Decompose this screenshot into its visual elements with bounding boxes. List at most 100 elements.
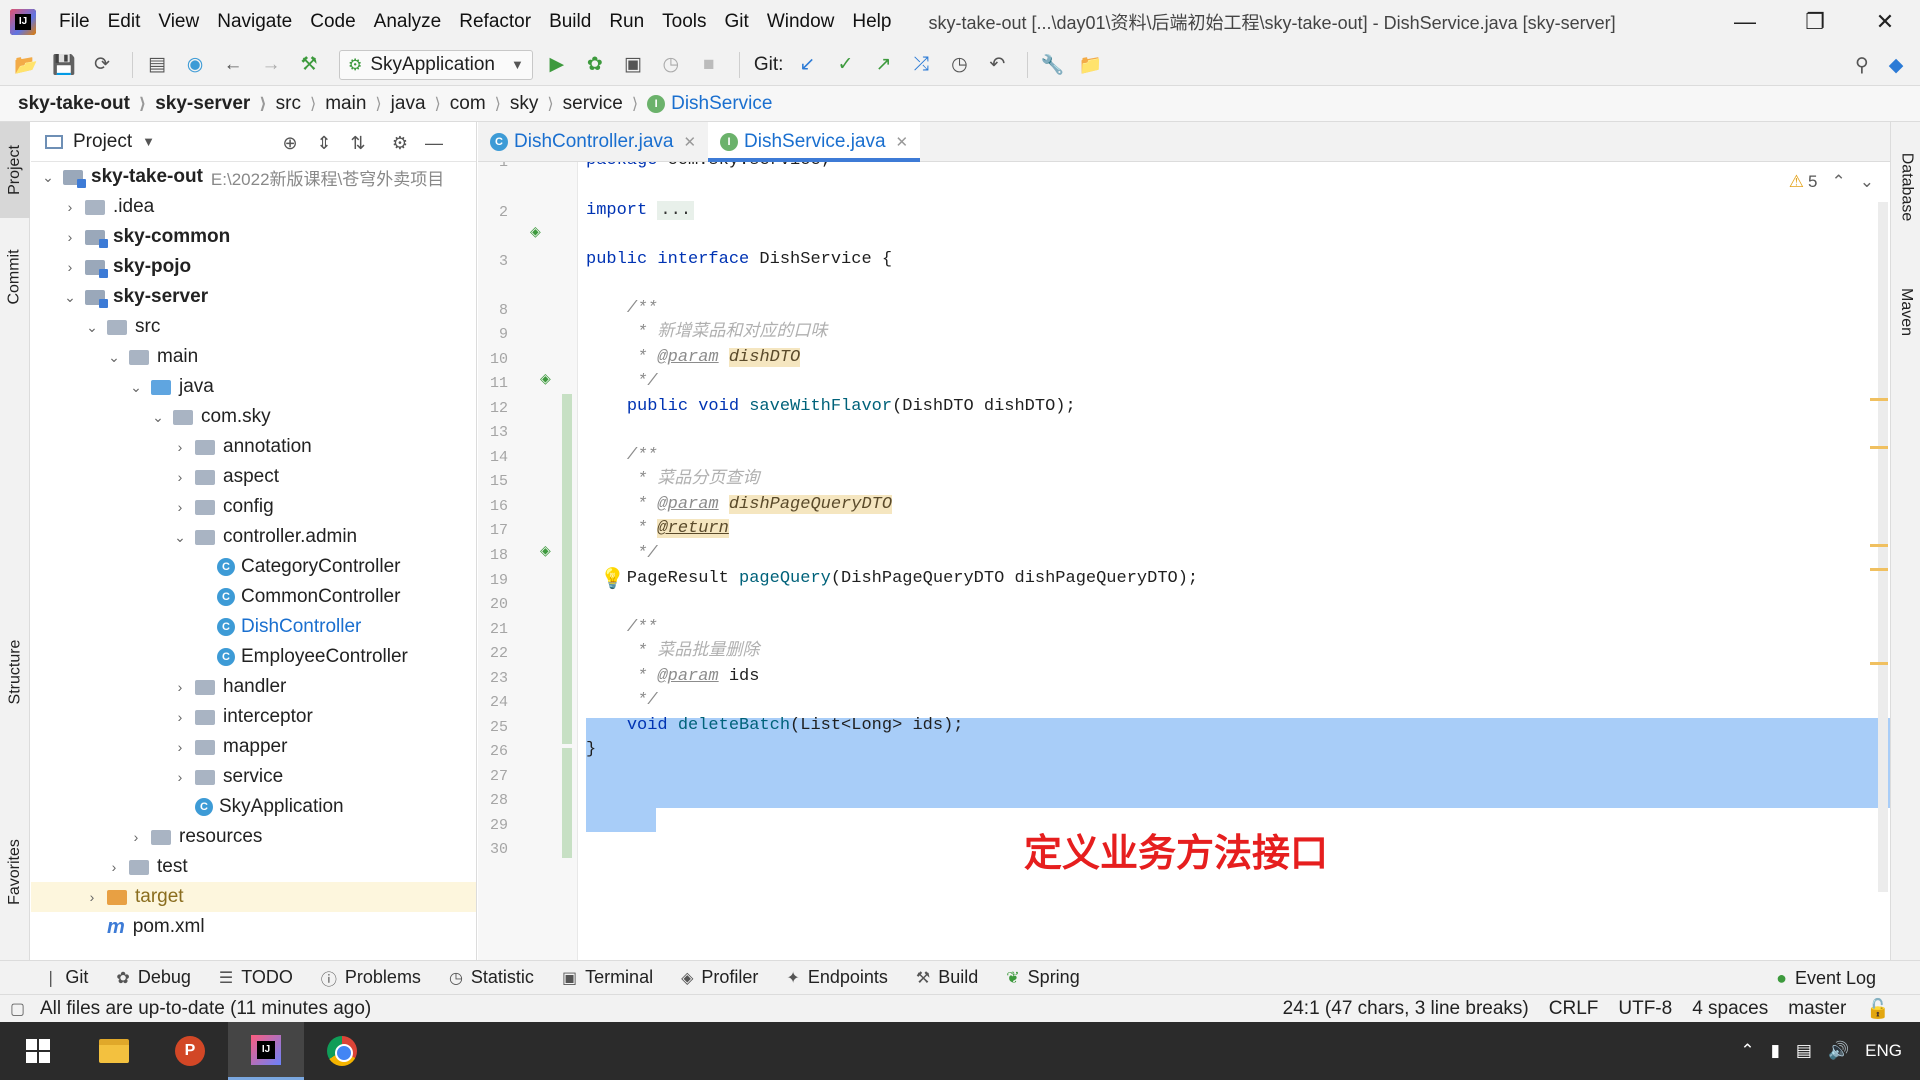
run-configuration-select[interactable]: ⚙ SkyApplication ▼ [339,49,533,80]
close-tab-icon[interactable]: ✕ [896,133,909,151]
tool-tab-favorites[interactable]: Favorites [0,812,30,932]
collapse-all-icon[interactable]: ⇅ [345,130,371,156]
git-update-icon[interactable]: ↙ [791,49,823,81]
chevron-right-icon[interactable]: › [61,199,79,215]
battery-icon[interactable]: ▮ [1771,1041,1780,1061]
tree-item[interactable]: › resources [31,822,476,852]
back-arrow-icon[interactable]: ← [217,49,249,81]
menu-edit[interactable]: Edit [99,0,150,44]
locate-target-icon[interactable]: ⊕ [277,130,303,156]
tool-window-endpoints[interactable]: ✦ Endpoints [786,967,887,988]
menu-help[interactable]: Help [843,0,900,44]
tool-window-event-log[interactable]: ● Event Log [1776,961,1876,995]
vcs-change-marker[interactable] [562,394,572,744]
implemented-by-icon[interactable]: ◈ [540,370,551,387]
chevron-down-icon[interactable]: ⌄ [39,169,57,186]
menu-tools[interactable]: Tools [653,0,715,44]
input-language[interactable]: ENG [1865,1041,1902,1061]
menu-view[interactable]: View [149,0,208,44]
taskbar-powerpoint[interactable]: P [152,1022,228,1080]
tool-tab-commit[interactable]: Commit [0,222,30,332]
chevron-right-icon[interactable]: › [171,499,189,515]
history-clock-icon[interactable]: ◷ [943,49,975,81]
git-branch[interactable]: master [1788,998,1846,1020]
lock-icon[interactable]: 🔓 [1866,997,1890,1021]
chevron-right-icon[interactable]: › [171,739,189,755]
chevron-down-icon[interactable]: ⌄ [1860,172,1874,192]
tool-window-build[interactable]: ⚒ Build [916,967,978,988]
warning-marker[interactable] [1870,568,1888,571]
warning-marker[interactable] [1870,398,1888,401]
editor-scrollbar[interactable] [1878,202,1888,892]
tree-item[interactable]: › test [31,852,476,882]
breadcrumb-item[interactable]: java ⟩ [391,93,450,115]
indent-setting[interactable]: 4 spaces [1692,998,1768,1020]
tool-tab-structure[interactable]: Structure [0,612,30,732]
chevron-right-icon[interactable]: › [105,859,123,875]
breadcrumb-item-current[interactable]: I DishService [647,93,772,115]
hide-panel-icon[interactable]: — [421,130,447,156]
tree-item[interactable]: m pom.xml [31,912,476,942]
warning-marker[interactable] [1870,544,1888,547]
tree-item[interactable]: › handler [31,672,476,702]
implemented-by-icon[interactable]: ◈ [530,223,541,240]
stop-icon[interactable]: ■ [693,49,725,81]
build-hammer-icon[interactable]: ⚒ [293,49,325,81]
menu-run[interactable]: Run [600,0,653,44]
tool-tab-database[interactable]: Database [1891,132,1920,242]
status-message[interactable]: All files are up-to-date (11 minutes ago… [40,998,371,1020]
taskbar-file-explorer[interactable] [76,1022,152,1080]
tree-item[interactable]: › interceptor [31,702,476,732]
chevron-down-icon[interactable]: ⌄ [149,409,167,426]
forward-arrow-icon[interactable]: → [255,49,287,81]
chevron-right-icon[interactable]: › [171,679,189,695]
chevron-right-icon[interactable]: › [127,829,145,845]
close-window-button[interactable]: ✕ [1850,0,1920,44]
breadcrumb-item[interactable]: sky-server ⟩ [155,93,275,115]
line-separator[interactable]: CRLF [1549,998,1599,1020]
search-icon[interactable]: ⚲ [1846,49,1878,81]
profile-icon[interactable]: ◷ [655,49,687,81]
tree-item[interactable]: ⌄ src [31,312,476,342]
breadcrumb-item[interactable]: src ⟩ [276,93,326,115]
breadcrumb-item[interactable]: main ⟩ [325,93,390,115]
open-folder-icon[interactable]: 📂 [10,49,42,81]
vcs-change-marker[interactable] [562,748,572,858]
code-editor[interactable]: 1 2 3 8 9 10 11 12 13 14 15 16 17 18 19 20 21 22 23 24 25 26 2… [478,162,1890,960]
tree-item[interactable]: ⌄ java [31,372,476,402]
chevron-right-icon[interactable]: › [61,259,79,275]
tree-item[interactable]: › aspect [31,462,476,492]
tool-window-todo[interactable]: ☰ TODO [219,967,293,988]
breadcrumb-item[interactable]: sky ⟩ [510,93,563,115]
tree-item[interactable]: ⌄ sky-take-out E:\2022新版课程\苍穹外卖项目 [31,162,476,192]
menu-refactor[interactable]: Refactor [450,0,540,44]
git-merge-icon[interactable]: ⤮ [905,49,937,81]
tree-item[interactable]: › target [31,882,476,912]
menu-window[interactable]: Window [758,0,844,44]
tree-item[interactable]: C EmployeeController [31,642,476,672]
tree-item[interactable]: ⌄ main [31,342,476,372]
breadcrumb-item[interactable]: com ⟩ [450,93,510,115]
tree-item[interactable]: › sky-pojo [31,252,476,282]
settings-wrench-icon[interactable]: 🔧 [1036,49,1068,81]
tree-item[interactable]: › sky-common [31,222,476,252]
menu-build[interactable]: Build [540,0,600,44]
tool-window-statistic[interactable]: ◷ Statistic [449,967,534,988]
toolbox-icon[interactable]: ◆ [1880,49,1912,81]
chevron-right-icon[interactable]: › [171,709,189,725]
volume-icon[interactable]: 🔊 [1828,1041,1849,1061]
tool-window-spring[interactable]: ❦ Spring [1006,967,1079,988]
tree-item[interactable]: ⌄ controller.admin [31,522,476,552]
chevron-down-icon[interactable]: ⌄ [83,319,101,336]
coverage-icon[interactable]: ▣ [617,49,649,81]
minimize-button[interactable]: — [1710,0,1780,44]
tool-tab-project[interactable]: Project [0,122,30,218]
class-icon[interactable]: ◉ [179,49,211,81]
start-button[interactable] [0,1022,76,1080]
menu-git[interactable]: Git [716,0,758,44]
expand-all-icon[interactable]: ⇕ [311,130,337,156]
caret-position[interactable]: 24:1 (47 chars, 3 line breaks) [1283,998,1529,1020]
git-push-icon[interactable]: ↗ [867,49,899,81]
project-structure-folder-icon[interactable]: 📁 [1074,49,1106,81]
tree-item[interactable]: › .idea [31,192,476,222]
